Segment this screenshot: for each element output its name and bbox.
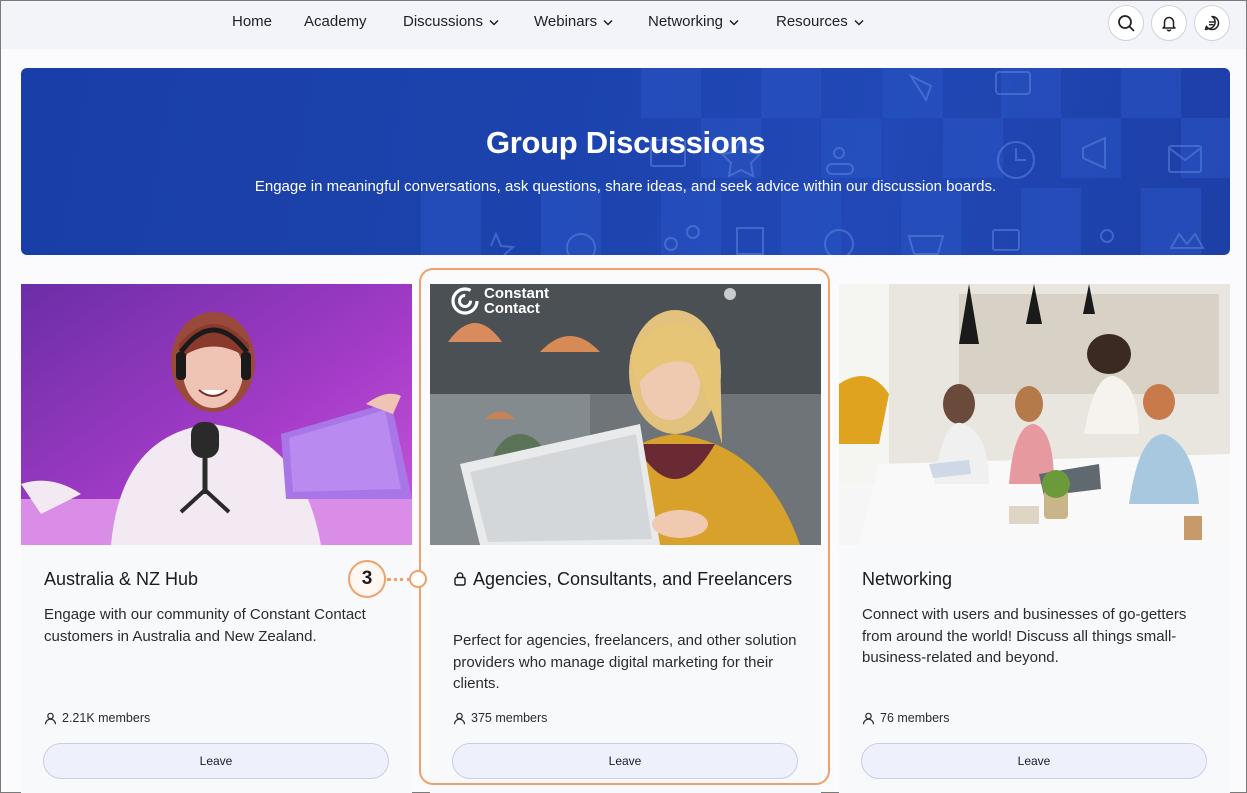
nav-webinars[interactable]: Webinars xyxy=(534,1,613,43)
group-card-title-text: Agencies, Consultants, and Freelancers xyxy=(473,569,793,589)
group-card-description: Connect with users and businesses of go-… xyxy=(862,606,1187,666)
hero-banner: Group Discussions Engage in meaningful c… xyxy=(21,68,1230,255)
chevron-down-icon xyxy=(729,1,739,43)
nav-academy[interactable]: Academy xyxy=(304,1,367,43)
group-card-members: 2.21K members xyxy=(44,711,150,725)
page-title: Group Discussions xyxy=(485,125,766,160)
nav-networking-label: Networking xyxy=(648,13,724,30)
user-icon xyxy=(862,712,875,724)
nav-discussions-label: Discussions xyxy=(403,13,484,30)
nav-home[interactable]: Home xyxy=(232,1,272,43)
group-card-agencies[interactable]: Constant Contact Agencies, Consultants, … xyxy=(430,284,821,793)
group-card-title[interactable]: Networking xyxy=(862,566,1212,592)
hero-pattern xyxy=(421,68,1230,255)
top-navigation: Home Academy Discussions Webinars Networ… xyxy=(1,1,1246,49)
notifications-button[interactable] xyxy=(1151,5,1187,41)
nav-discussions[interactable]: Discussions xyxy=(403,1,499,43)
callout-pointer xyxy=(409,570,427,588)
leave-button[interactable]: Leave xyxy=(43,743,389,779)
group-card-member-count: 375 members xyxy=(471,711,548,725)
nav-resources-label: Resources xyxy=(776,13,848,30)
search-button[interactable] xyxy=(1108,5,1144,41)
constant-contact-logo-text: Constant Contact xyxy=(484,285,549,317)
callout-connector xyxy=(387,578,411,581)
leave-button[interactable]: Leave xyxy=(452,743,798,779)
nav-webinars-label: Webinars xyxy=(534,13,598,30)
group-card-member-count: 76 members xyxy=(880,711,950,725)
group-card-description: Perfect for agencies, freelancers, and o… xyxy=(453,632,797,692)
user-icon xyxy=(453,712,466,724)
lock-icon xyxy=(454,572,466,586)
user-icon xyxy=(44,712,57,724)
chevron-down-icon xyxy=(489,1,499,43)
group-card-title[interactable]: Agencies, Consultants, and Freelancers xyxy=(453,566,803,592)
page-subtitle: Engage in meaningful conversations, ask … xyxy=(254,178,997,195)
bell-icon xyxy=(1162,16,1176,32)
group-card-image xyxy=(21,284,412,545)
leave-button[interactable]: Leave xyxy=(861,743,1207,779)
group-card-description: Engage with our community of Constant Co… xyxy=(44,606,366,645)
group-card-image: Constant Contact xyxy=(430,284,821,545)
group-card-members: 76 members xyxy=(862,711,949,725)
search-icon xyxy=(1118,15,1135,32)
chat-icon xyxy=(1204,15,1220,31)
nav-networking[interactable]: Networking xyxy=(648,1,739,43)
constant-contact-logo: Constant Contact xyxy=(450,286,549,316)
chevron-down-icon xyxy=(854,1,864,43)
step-number-badge: 3 xyxy=(348,560,386,598)
constant-contact-logo-icon xyxy=(451,287,479,315)
group-card-members: 375 members xyxy=(453,711,547,725)
group-card-networking[interactable]: Networking Connect with users and busine… xyxy=(839,284,1230,793)
group-card-australia-nz[interactable]: Australia & NZ Hub Engage with our commu… xyxy=(21,284,412,793)
messages-button[interactable] xyxy=(1194,5,1230,41)
nav-resources[interactable]: Resources xyxy=(776,1,864,43)
chevron-down-icon xyxy=(603,1,613,43)
group-card-image xyxy=(839,284,1230,545)
group-card-member-count: 2.21K members xyxy=(62,711,151,725)
group-card-title[interactable]: Australia & NZ Hub xyxy=(44,566,394,592)
